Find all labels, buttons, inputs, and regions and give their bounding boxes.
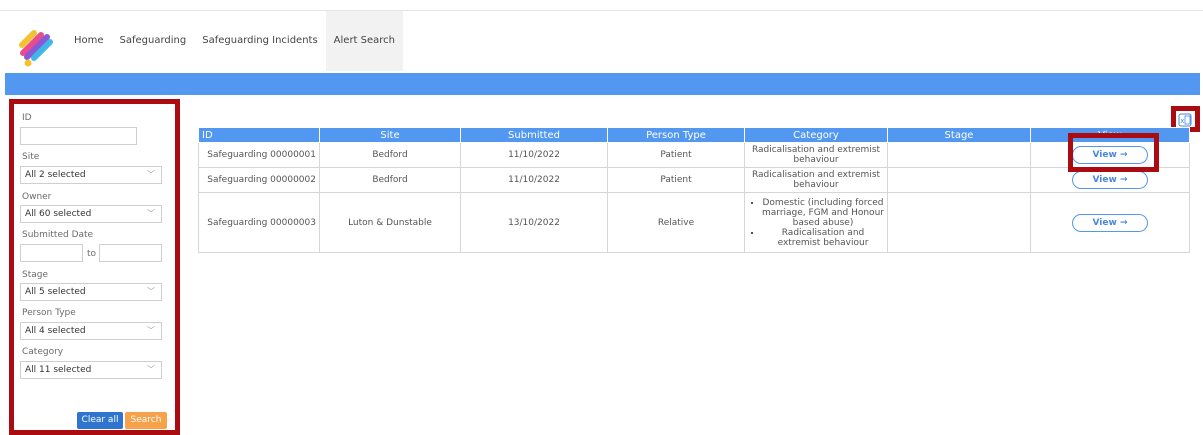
cell-stage <box>887 192 1031 253</box>
table-row: Safeguarding 00000001 Bedford 11/10/2022… <box>198 142 1190 168</box>
header-person-type[interactable]: Person Type <box>607 127 745 143</box>
cell-site: Luton & Dunstable <box>319 192 461 253</box>
cell-category: Radicalisation and extremist behaviour <box>744 142 888 168</box>
stage-select[interactable]: All 5 selected ﹀ <box>20 283 162 301</box>
person-type-select[interactable]: All 4 selected ﹀ <box>20 322 162 340</box>
cell-person-type: Relative <box>607 192 745 253</box>
nav-home[interactable]: Home <box>66 11 112 71</box>
submitted-date-label: Submitted Date <box>22 230 94 240</box>
date-to-input[interactable] <box>99 244 162 262</box>
cell-id: Safeguarding 00000002 <box>198 167 320 193</box>
cell-id: Safeguarding 00000001 <box>198 142 320 168</box>
chevron-down-icon: ﹀ <box>147 287 155 296</box>
header-bar <box>5 73 1200 95</box>
stage-label: Stage <box>22 270 49 280</box>
cell-stage <box>887 142 1031 168</box>
chevron-down-icon: ﹀ <box>147 209 155 218</box>
cell-site: Bedford <box>319 167 461 193</box>
category-select-value: All 11 selected <box>25 365 92 375</box>
owner-select[interactable]: All 60 selected ﹀ <box>20 205 162 223</box>
view-button-highlight <box>1068 133 1159 172</box>
person-type-label: Person Type <box>22 308 76 318</box>
category-list: Domestic (including forced marriage, FGM… <box>748 198 884 248</box>
date-from-input[interactable] <box>20 244 83 262</box>
category-list-item: Domestic (including forced marriage, FGM… <box>762 198 884 228</box>
stage-select-value: All 5 selected <box>25 287 86 297</box>
cell-submitted: 13/10/2022 <box>460 192 608 253</box>
table-header-row: ID Site Submitted Person Type Category S… <box>198 127 1190 143</box>
owner-label: Owner <box>22 192 52 202</box>
person-type-select-value: All 4 selected <box>25 326 86 336</box>
category-list-item: Radicalisation and extremist behaviour <box>762 228 884 248</box>
app-logo[interactable] <box>14 25 56 67</box>
site-select-value: All 2 selected <box>25 170 86 180</box>
id-label: ID <box>22 113 32 123</box>
results-table: ID Site Submitted Person Type Category S… <box>198 127 1190 253</box>
category-label: Category <box>22 347 64 357</box>
category-select[interactable]: All 11 selected ﹀ <box>20 361 162 379</box>
cell-stage <box>887 167 1031 193</box>
chevron-down-icon: ﹀ <box>147 170 155 179</box>
cell-id: Safeguarding 00000003 <box>198 192 320 253</box>
site-label: Site <box>22 152 40 162</box>
date-to-label: to <box>87 249 97 259</box>
site-select[interactable]: All 2 selected ﹀ <box>20 166 162 184</box>
cell-person-type: Patient <box>607 167 745 193</box>
table-row: Safeguarding 00000002 Bedford 11/10/2022… <box>198 167 1190 193</box>
header-stage[interactable]: Stage <box>887 127 1031 143</box>
chevron-down-icon: ﹀ <box>147 365 155 374</box>
nav-safeguarding[interactable]: Safeguarding <box>112 11 195 71</box>
nav-safeguarding-incidents[interactable]: Safeguarding Incidents <box>194 11 325 71</box>
owner-select-value: All 60 selected <box>25 209 92 219</box>
cell-category: Radicalisation and extremist behaviour <box>744 167 888 193</box>
main-nav: Home Safeguarding Safeguarding Incidents… <box>66 11 404 71</box>
filter-panel-highlight <box>9 99 180 435</box>
header-id[interactable]: ID <box>198 127 320 143</box>
cell-submitted: 11/10/2022 <box>460 142 608 168</box>
header-submitted[interactable]: Submitted <box>460 127 608 143</box>
view-button[interactable]: View → <box>1072 213 1148 232</box>
clear-all-button[interactable]: Clear all <box>77 412 123 429</box>
cell-person-type: Patient <box>607 142 745 168</box>
search-button[interactable]: Search <box>125 412 167 429</box>
header-category[interactable]: Category <box>744 127 888 143</box>
view-button[interactable]: View → <box>1072 171 1148 189</box>
id-input[interactable] <box>20 127 137 145</box>
cell-category: Domestic (including forced marriage, FGM… <box>744 192 888 253</box>
svg-text:x: x <box>1180 117 1184 125</box>
export-excel-icon[interactable]: x <box>1178 113 1192 127</box>
chevron-down-icon: ﹀ <box>147 326 155 335</box>
cell-view: View → <box>1030 192 1190 253</box>
header-site[interactable]: Site <box>319 127 461 143</box>
cell-site: Bedford <box>319 142 461 168</box>
cell-submitted: 11/10/2022 <box>460 167 608 193</box>
table-row: Safeguarding 00000003 Luton & Dunstable … <box>198 192 1190 253</box>
nav-alert-search[interactable]: Alert Search <box>325 11 404 71</box>
